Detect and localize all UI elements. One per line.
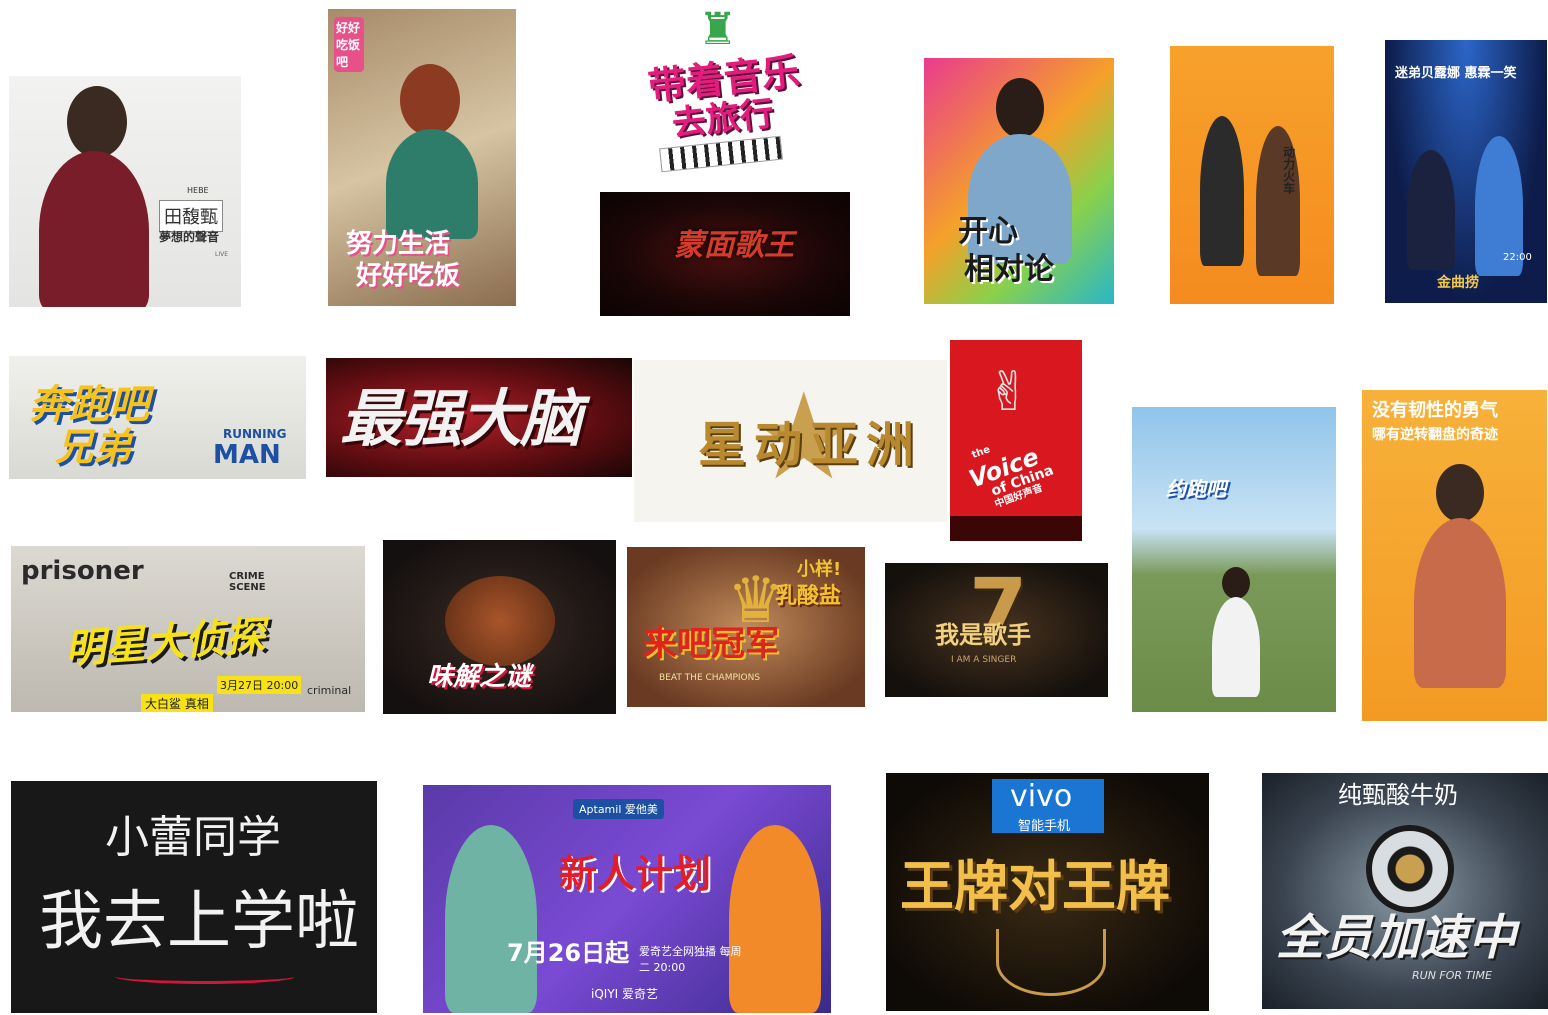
crime-zh: 明星大侦探	[63, 613, 267, 673]
singer-logo[interactable]: 7 我是歌手 I AM A SINGER	[885, 563, 1108, 697]
voice-china-poster[interactable]: ✌ the Voice of China 中国好声音	[950, 340, 1082, 541]
host-left	[445, 825, 537, 1013]
crime-date: 3月27日 20:00	[217, 676, 302, 694]
eye-icon	[1366, 825, 1454, 913]
running-line1: 奔跑吧	[29, 382, 149, 428]
jinqu-top: 迷弟贝露娜 惠霖一笑	[1395, 66, 1517, 81]
xinren-line: 爱奇艺全网独播 每周二 20:00	[639, 945, 742, 974]
kaixin-line2: 相对论	[964, 252, 1054, 287]
yuepao-poster[interactable]: 约跑吧	[1132, 407, 1336, 712]
crime-scene-poster[interactable]: prisoner CRIME SCENE 明星大侦探 3月27日 20:00 c…	[11, 546, 365, 712]
haohao-line1: 努力生活	[346, 229, 451, 259]
ace-brand: vivo	[1010, 779, 1073, 814]
singer-figure	[1200, 116, 1244, 266]
haohao-line2: 好好吃饭	[356, 261, 461, 291]
travel-logo[interactable]: ♜ 带着音乐 去旅行	[610, 0, 824, 182]
singer-figure	[39, 151, 149, 307]
run-en: RUN FOR TIME	[1412, 969, 1492, 982]
haohao-poster[interactable]: 好好吃饭吧 努力生活 好好吃饭	[328, 9, 516, 306]
brain-title: 最强大脑	[340, 382, 582, 455]
hebe-name-en: HEBE	[187, 186, 209, 195]
host-male	[1407, 150, 1455, 270]
run-for-time-poster[interactable]: 纯甄酸牛奶 全员加速中 RUN FOR TIME	[1262, 773, 1548, 1009]
sunny-line1: 没有韧性的勇气	[1372, 400, 1498, 421]
running-en2: MAN	[213, 440, 281, 470]
champ-en: BEAT THE CHAMPIONS	[659, 673, 761, 683]
singer-en: I AM A SINGER	[951, 655, 1017, 665]
run-title: 全员加速中	[1276, 910, 1517, 966]
taste-title: 味解之谜	[427, 662, 532, 692]
jinqu-time: 22:00	[1503, 252, 1532, 263]
kaixin-line1: 开心	[958, 214, 1018, 249]
crime-en2: criminal	[307, 684, 352, 697]
champ-mid: 乳酸盐	[775, 584, 842, 609]
strongest-brain-logo[interactable]: 最强大脑	[326, 358, 632, 477]
mask-singer-poster[interactable]: 蒙面歌王	[600, 192, 850, 316]
host-right	[729, 825, 821, 1013]
travel-line2: 去旅行	[670, 93, 776, 145]
host-head	[996, 78, 1044, 138]
ace-brand-sub: 智能手机	[1018, 819, 1071, 834]
crime-en: prisoner	[21, 556, 144, 586]
sunny-line2: 哪有逆转翻盘的奇迹	[1372, 427, 1498, 443]
crime-bottom: 大白鲨 真相	[141, 694, 213, 712]
jinqu-poster[interactable]: 迷弟贝露娜 惠霖一笑 22:00 金曲捞	[1385, 40, 1547, 303]
xinren-logo: iQIYI 爱奇艺	[591, 987, 659, 1001]
scribble-line	[115, 969, 295, 984]
running-man-logo[interactable]: 奔跑吧 兄弟 RUNNING MAN	[9, 356, 306, 479]
xinren-date: 7月26日起	[507, 939, 630, 967]
champ-top: 小样!	[797, 559, 842, 580]
xinren-title: 新人计划	[559, 852, 712, 896]
xinren-poster[interactable]: Aptamil 爱他美 新人计划 7月26日起 爱奇艺全网独播 每周二 20:0…	[423, 785, 831, 1013]
taste-poster[interactable]: 味解之谜	[383, 540, 616, 714]
singer-title: 我是歌手	[935, 621, 1031, 649]
train-poster[interactable]: 动力火车	[1170, 46, 1334, 304]
hebe-tag: LIVE	[215, 251, 229, 258]
train-title: 动力火车	[1281, 146, 1296, 194]
run-brand: 纯甄酸牛奶	[1338, 781, 1458, 809]
school-line1: 小蕾同学	[105, 812, 281, 863]
asia-title: 星动亚洲	[698, 417, 923, 473]
hand-mic-icon: ✌	[986, 360, 1032, 423]
ace-title: 王牌对王牌	[900, 855, 1170, 918]
school-line2: 我去上学啦	[39, 885, 359, 959]
yuepao-title: 约跑吧	[1166, 477, 1226, 501]
host-figure	[386, 129, 478, 239]
running-en1: RUNNING	[223, 427, 287, 441]
jinqu-bottom: 金曲捞	[1437, 275, 1479, 291]
runner-figure	[1212, 597, 1260, 697]
school-poster[interactable]: 小蕾同学 我去上学啦	[11, 781, 377, 1013]
hebe-poster[interactable]: HEBE 田馥甄 夢想的聲音 LIVE	[9, 76, 241, 307]
dish-platter	[445, 576, 555, 666]
hebe-subtitle: 夢想的聲音	[159, 230, 220, 244]
xinren-brand: Aptamil 爱他美	[573, 799, 664, 819]
champion-poster[interactable]: 小样! 乳酸盐 ♛ 来吧冠军 BEAT THE CHAMPIONS	[627, 547, 865, 707]
asia-star-logo[interactable]: ★ 星动亚洲	[634, 360, 947, 522]
landmark-icon: ♜	[698, 4, 738, 55]
singer-head	[1436, 464, 1484, 522]
mask-title: 蒙面歌王	[674, 228, 794, 263]
crowd-silhouette	[950, 516, 1082, 541]
running-line2: 兄弟	[55, 425, 132, 469]
host-head	[400, 64, 460, 136]
singer-figure	[1414, 518, 1506, 688]
singer-head	[67, 86, 127, 158]
crime-badge: CRIME SCENE	[229, 571, 266, 593]
ace-vs-ace-poster[interactable]: vivo 智能手机 王牌对王牌	[886, 773, 1209, 1011]
gold-crest	[996, 929, 1106, 996]
sunny-poster[interactable]: 没有韧性的勇气 哪有逆转翻盘的奇迹	[1362, 390, 1547, 721]
champ-title: 来吧冠军	[643, 624, 779, 664]
runner-head	[1222, 567, 1250, 599]
kaixin-poster[interactable]: 开心 相对论	[924, 58, 1114, 304]
haohao-badge: 好好吃饭吧	[334, 17, 364, 72]
